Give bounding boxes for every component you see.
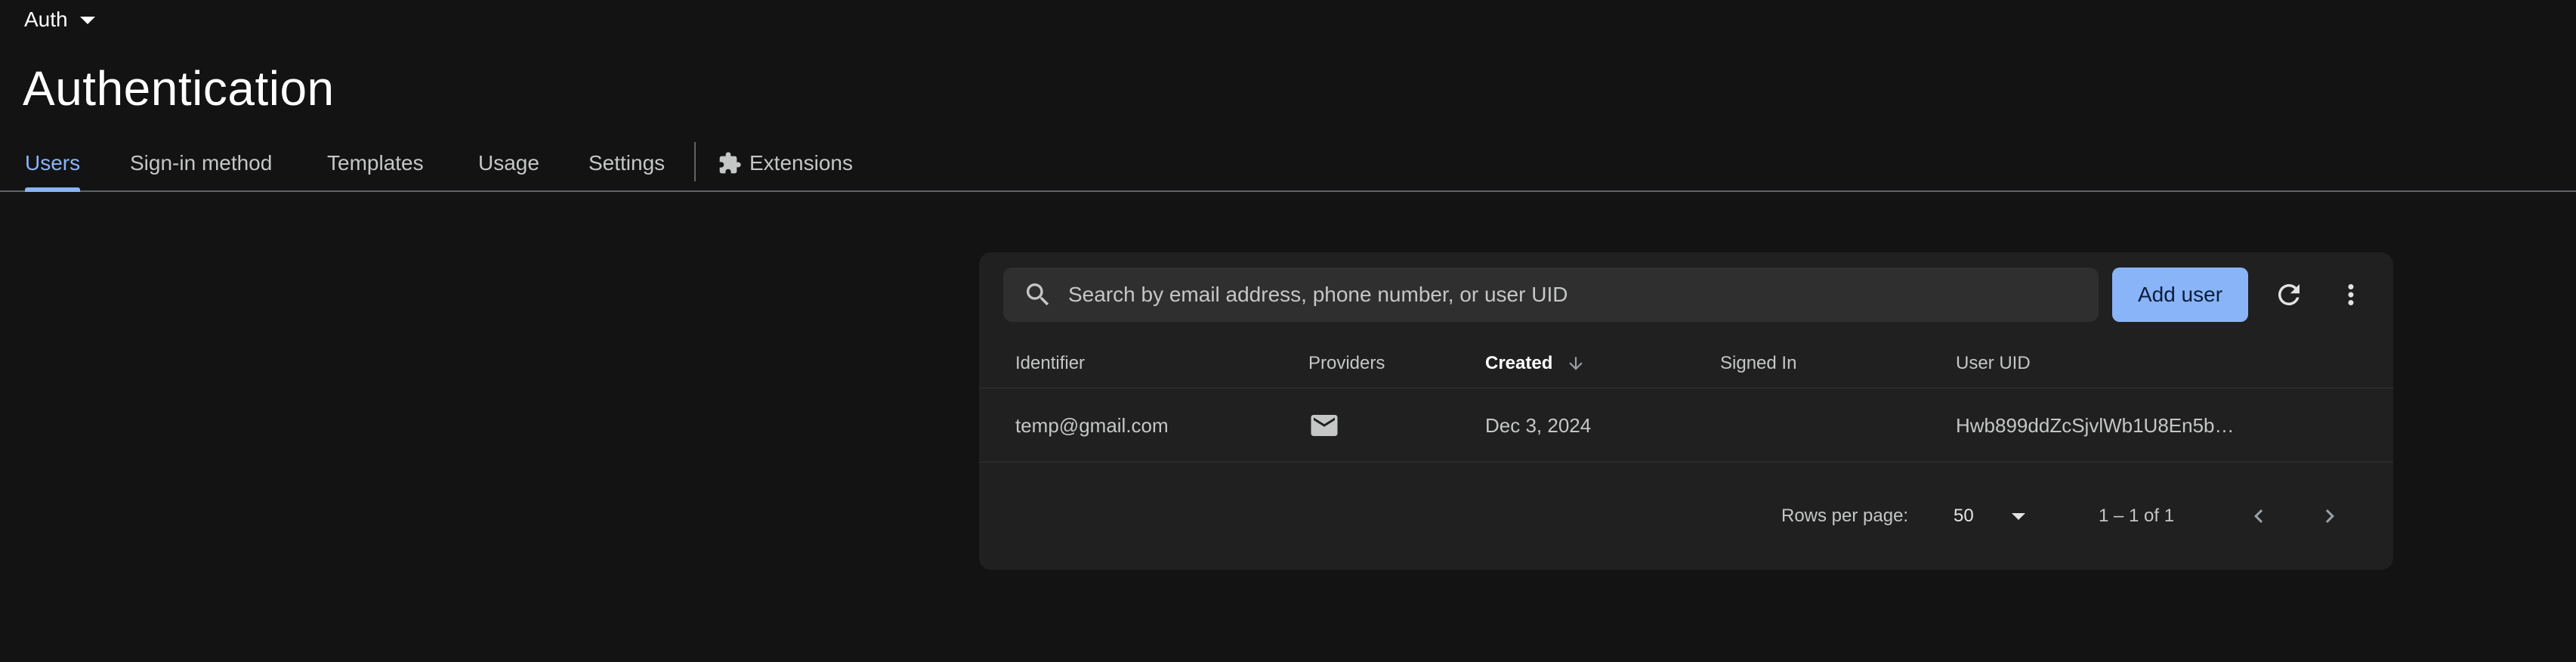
product-switcher[interactable]: Auth	[24, 5, 95, 35]
tab-divider	[694, 142, 696, 181]
tab-label: Usage	[478, 151, 539, 175]
pagination: Rows per page: 50 1 – 1 of 1	[979, 462, 2393, 570]
search-box[interactable]	[1003, 268, 2099, 322]
tab-label: Templates	[327, 151, 424, 175]
tab-label: Users	[25, 151, 81, 175]
tab-users[interactable]: Users	[25, 136, 81, 192]
search-icon	[1027, 283, 1049, 306]
product-switcher-label: Auth	[24, 8, 68, 31]
arrow-down-icon	[1569, 357, 1583, 370]
tab-templates[interactable]: Templates	[327, 136, 424, 190]
next-page-button[interactable]	[2316, 462, 2343, 570]
more-options-button[interactable]	[2331, 275, 2371, 314]
refresh-button[interactable]	[2269, 275, 2309, 314]
email-icon	[1311, 415, 1338, 436]
previous-page-button[interactable]	[2245, 462, 2272, 570]
refresh-icon	[2278, 284, 2300, 305]
tab-extensions[interactable]: Extensions	[718, 136, 853, 190]
tab-sign-in-method[interactable]: Sign-in method	[130, 136, 272, 190]
tab-settings[interactable]: Settings	[588, 136, 665, 190]
cell-providers	[1308, 388, 1340, 462]
cell-created: Dec 3, 2024	[1485, 413, 1592, 437]
column-header-identifier: Identifier	[1015, 353, 1086, 373]
pagination-range: 1 – 1 of 1	[2099, 506, 2175, 526]
add-user-button[interactable]: Add user	[2112, 268, 2248, 322]
rows-per-page-value: 50	[1954, 506, 1974, 526]
chevron-left-icon	[2254, 509, 2263, 523]
column-header-signed-in: Signed In	[1720, 353, 1797, 373]
cell-identifier: temp@gmail.com	[1015, 413, 1169, 437]
tab-label: Extensions	[749, 151, 853, 175]
users-card: Add user Identifier Providers Created Si…	[979, 252, 2393, 570]
tab-label: Sign-in method	[130, 151, 273, 175]
table-row[interactable]: temp@gmail.com Dec 3, 2024 Hwb899ddZcSjv…	[979, 388, 2393, 462]
column-header-created[interactable]: Created	[1485, 339, 1586, 388]
tab-usage[interactable]: Usage	[478, 136, 539, 190]
extension-icon	[719, 152, 741, 174]
rows-per-page-select[interactable]: 50	[1954, 462, 2025, 570]
tab-bar: Users Sign-in method Templates Usage Set…	[0, 136, 2576, 192]
chevron-right-icon	[2325, 509, 2334, 523]
column-header-user-uid: User UID	[1956, 353, 2031, 373]
cell-user-uid: Hwb899ddZcSjvlWb1U8En5b…	[1956, 413, 2235, 437]
tab-label: Settings	[588, 151, 666, 175]
rows-per-page-label: Rows per page:	[1781, 506, 1909, 526]
table-header: Identifier Providers Created Signed In U…	[979, 339, 2393, 388]
column-header-providers: Providers	[1308, 353, 1385, 373]
chevron-down-icon	[2011, 512, 2025, 520]
search-input[interactable]	[1067, 282, 2099, 308]
page-title: Authentication	[23, 61, 335, 116]
more-vert-icon	[2348, 284, 2354, 305]
chevron-down-icon	[79, 17, 95, 24]
